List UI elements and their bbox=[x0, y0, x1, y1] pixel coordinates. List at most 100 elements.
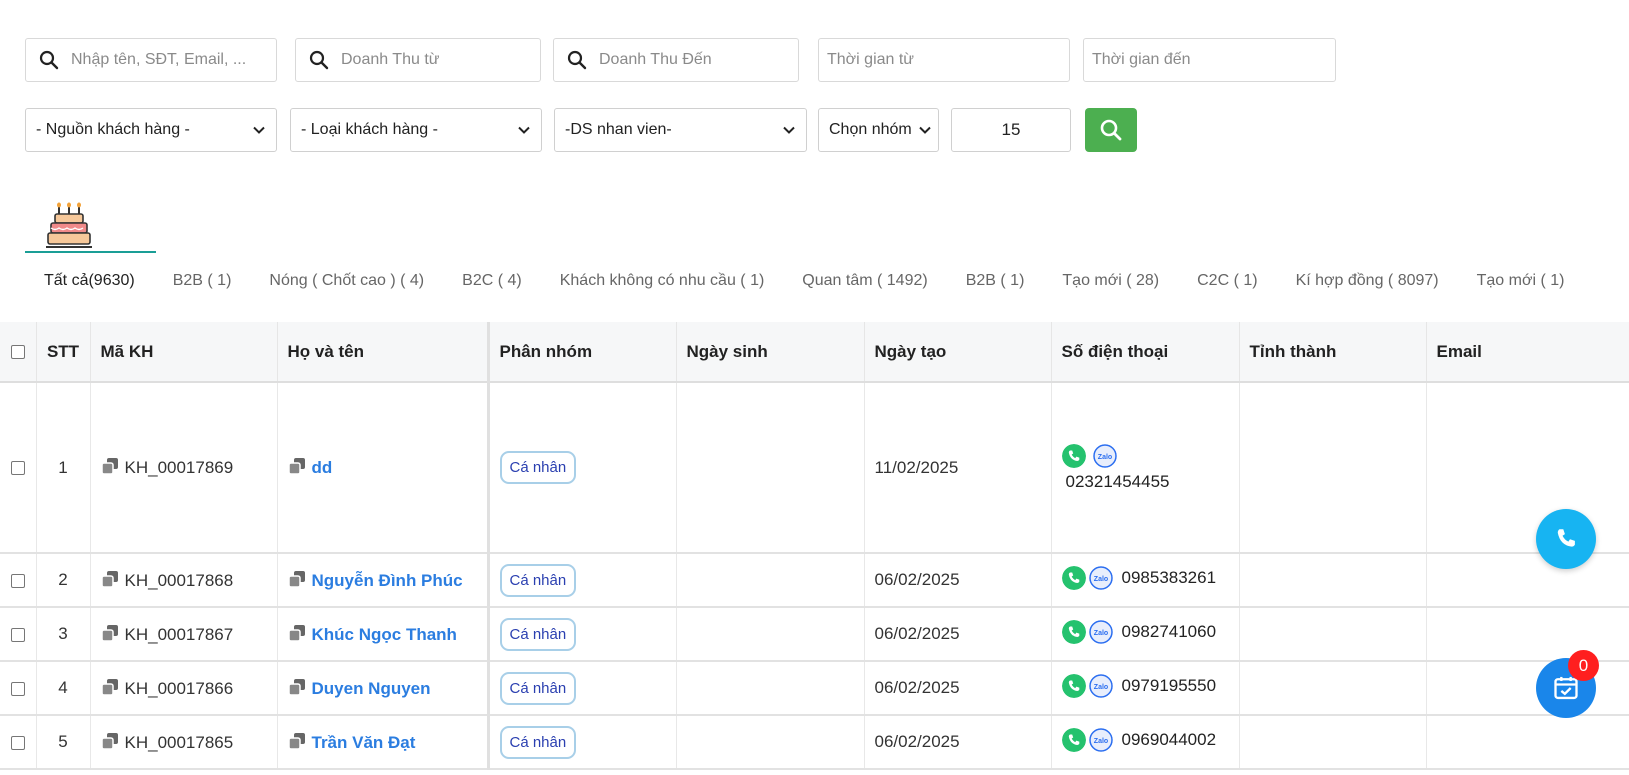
table-row: 5 KH_00017865 Trần Văn Đạt Cá nhân 06/02… bbox=[0, 715, 1629, 770]
time-from-field[interactable] bbox=[818, 38, 1070, 82]
customer-name-link[interactable]: dd bbox=[312, 458, 333, 477]
tab-b2b-2[interactable]: B2B ( 1) bbox=[947, 272, 1044, 290]
time-from-input[interactable] bbox=[819, 39, 1069, 81]
header-province[interactable]: Tỉnh thành bbox=[1239, 322, 1427, 383]
copy-icon[interactable] bbox=[100, 570, 119, 588]
time-to-field[interactable] bbox=[1083, 38, 1336, 82]
time-to-input[interactable] bbox=[1084, 39, 1335, 81]
staff-select[interactable]: -DS nhan vien- bbox=[554, 108, 807, 152]
copy-icon[interactable] bbox=[287, 624, 306, 642]
copy-icon[interactable] bbox=[100, 457, 119, 475]
header-phone[interactable]: Số điện thoại bbox=[1051, 322, 1240, 383]
active-tab-underline bbox=[25, 251, 156, 253]
row-created: 06/02/2025 bbox=[864, 553, 1052, 608]
row-email bbox=[1426, 715, 1629, 770]
row-checkbox[interactable] bbox=[10, 573, 25, 588]
tab-hot[interactable]: Nóng ( Chốt cao ) ( 4) bbox=[250, 272, 443, 290]
row-phone-cell: Zalo 02321454455 bbox=[1051, 382, 1240, 554]
customer-name-link[interactable]: Nguyễn Đình Phúc bbox=[312, 571, 463, 590]
phone-call-icon[interactable] bbox=[1061, 565, 1086, 590]
tab-contract[interactable]: Kí hợp đồng ( 8097) bbox=[1277, 272, 1458, 290]
search-submit-button[interactable] bbox=[1085, 108, 1137, 152]
tab-no-need[interactable]: Khách không có nhu cầu ( 1) bbox=[541, 272, 784, 290]
tab-interested[interactable]: Quan tâm ( 1492) bbox=[783, 272, 946, 290]
row-code-cell: KH_00017866 bbox=[90, 661, 278, 716]
header-name[interactable]: Họ và tên bbox=[277, 322, 490, 383]
svg-text:Zalo: Zalo bbox=[1093, 576, 1107, 583]
table-header-row: STT Mã KH Họ và tên Phân nhóm Ngày sinh … bbox=[0, 322, 1629, 383]
header-birthday[interactable]: Ngày sinh bbox=[676, 322, 865, 383]
table-row: 4 KH_00017866 Duyen Nguyen Cá nhân 06/02… bbox=[0, 661, 1629, 716]
copy-icon[interactable] bbox=[287, 457, 306, 475]
copy-icon[interactable] bbox=[100, 732, 119, 750]
customer-type-select[interactable]: - Loại khách hàng - bbox=[290, 108, 542, 152]
phone-call-icon[interactable] bbox=[1061, 619, 1086, 644]
copy-icon[interactable] bbox=[287, 570, 306, 588]
zalo-icon[interactable]: Zalo bbox=[1093, 443, 1117, 468]
group-badge: Cá nhân bbox=[499, 725, 577, 759]
phone-call-icon[interactable] bbox=[1061, 727, 1086, 752]
row-checkbox[interactable] bbox=[10, 461, 25, 476]
revenue-to-input[interactable] bbox=[599, 39, 798, 81]
select-all-checkbox[interactable] bbox=[10, 345, 25, 360]
copy-icon[interactable] bbox=[287, 678, 306, 696]
revenue-from-field[interactable] bbox=[295, 38, 541, 82]
search-field[interactable] bbox=[25, 38, 277, 82]
chevron-down-icon bbox=[253, 126, 265, 134]
row-checkbox[interactable] bbox=[10, 681, 25, 696]
customer-name-link[interactable]: Duyen Nguyen bbox=[312, 679, 431, 698]
revenue-from-input[interactable] bbox=[341, 39, 540, 81]
birthday-cake-icon[interactable] bbox=[46, 202, 92, 250]
row-birthday bbox=[676, 661, 865, 716]
row-checkbox[interactable] bbox=[10, 627, 25, 642]
header-email[interactable]: Email bbox=[1426, 322, 1629, 383]
customer-table: STT Mã KH Họ và tên Phân nhóm Ngày sinh … bbox=[0, 322, 1629, 770]
header-created[interactable]: Ngày tạo bbox=[864, 322, 1052, 383]
zalo-icon[interactable]: Zalo bbox=[1088, 565, 1113, 590]
customer-source-select[interactable]: - Nguồn khách hàng - bbox=[25, 108, 277, 152]
zalo-icon[interactable]: Zalo bbox=[1088, 619, 1113, 644]
table-row: 1 KH_00017869 dd Cá nhân 11/02/2025 Zalo… bbox=[0, 382, 1629, 554]
row-phone: 0982741060 bbox=[1121, 621, 1217, 641]
header-code[interactable]: Mã KH bbox=[90, 322, 278, 383]
zalo-icon[interactable]: Zalo bbox=[1088, 727, 1113, 752]
copy-icon[interactable] bbox=[287, 732, 306, 750]
header-group[interactable]: Phân nhóm bbox=[488, 322, 677, 383]
customer-name-link[interactable]: Khúc Ngọc Thanh bbox=[312, 625, 457, 644]
tab-b2c[interactable]: B2C ( 4) bbox=[443, 272, 541, 290]
row-checkbox[interactable] bbox=[10, 735, 25, 750]
search-icon bbox=[567, 50, 587, 70]
zalo-icon[interactable]: Zalo bbox=[1088, 673, 1113, 698]
svg-text:Zalo: Zalo bbox=[1093, 684, 1107, 691]
group-badge: Cá nhân bbox=[499, 671, 577, 705]
tab-new[interactable]: Tạo mới ( 28) bbox=[1043, 272, 1178, 290]
search-input[interactable] bbox=[71, 39, 276, 81]
group-badge: Cá nhân bbox=[499, 617, 577, 651]
row-email bbox=[1426, 607, 1629, 662]
svg-text:Zalo: Zalo bbox=[1098, 454, 1112, 461]
chevron-down-icon bbox=[919, 126, 931, 134]
chevron-down-icon bbox=[518, 126, 530, 134]
row-code: KH_00017869 bbox=[124, 458, 234, 477]
row-phone-cell: Zalo 0982741060 bbox=[1051, 607, 1240, 662]
revenue-to-field[interactable] bbox=[553, 38, 799, 82]
page-size-input[interactable]: 15 bbox=[951, 108, 1071, 152]
group-select[interactable]: Chọn nhóm bbox=[818, 108, 939, 152]
customer-source-value: - Nguồn khách hàng - bbox=[36, 121, 190, 138]
tab-new-2[interactable]: Tạo mới ( 1) bbox=[1458, 272, 1584, 290]
tab-c2c[interactable]: C2C ( 1) bbox=[1178, 272, 1276, 290]
tab-all[interactable]: Tất cả(9630) bbox=[25, 272, 154, 290]
row-created: 06/02/2025 bbox=[864, 661, 1052, 716]
floating-call-button[interactable] bbox=[1536, 509, 1596, 569]
customer-list-page: - Nguồn khách hàng - - Loại khách hàng -… bbox=[0, 0, 1629, 775]
customer-name-link[interactable]: Trần Văn Đạt bbox=[312, 733, 416, 752]
phone-call-icon[interactable] bbox=[1061, 443, 1086, 468]
tab-b2b[interactable]: B2B ( 1) bbox=[154, 272, 251, 290]
row-province bbox=[1239, 607, 1427, 662]
phone-call-icon[interactable] bbox=[1061, 673, 1086, 698]
header-stt: STT bbox=[36, 322, 91, 383]
row-phone-cell: Zalo 0969044002 bbox=[1051, 715, 1240, 770]
svg-text:Zalo: Zalo bbox=[1093, 630, 1107, 637]
copy-icon[interactable] bbox=[100, 624, 119, 642]
copy-icon[interactable] bbox=[100, 678, 119, 696]
